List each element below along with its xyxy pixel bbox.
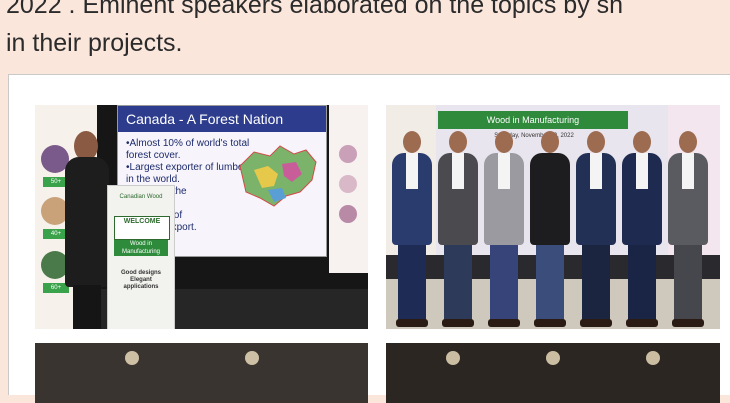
canada-map-graphic <box>239 145 317 207</box>
photo-group-speakers[interactable]: Wood in Manufacturing Saturday, November… <box>386 105 720 329</box>
podium: Canadian Wood WELCOME Wood in Manufactur… <box>107 185 175 329</box>
slide-bullet: •Largest exporter of lumber <box>126 162 247 173</box>
person-legs <box>536 243 564 321</box>
person-shirt <box>406 153 418 189</box>
person-shirt <box>682 153 694 189</box>
person-shirt <box>498 153 510 189</box>
person-shoes <box>396 319 428 327</box>
person-shoes <box>442 319 474 327</box>
podium-logo: Canadian Wood <box>119 194 163 200</box>
ceiling-light <box>546 351 560 365</box>
backdrop-banner: Wood in Manufacturing <box>438 111 628 129</box>
photo-speaker-podium[interactable]: 50+ 40+ 60+ Canada - A Forest Nation •Al… <box>35 105 368 329</box>
person-head <box>679 131 697 153</box>
person-legs <box>490 243 518 321</box>
person-figure <box>530 131 570 327</box>
person-torso <box>530 153 570 245</box>
person-head <box>495 131 513 153</box>
person-figure <box>668 131 708 327</box>
person-legs <box>628 243 656 321</box>
person-legs <box>444 243 472 321</box>
person-figure <box>576 131 616 327</box>
person-shirt <box>636 153 648 189</box>
podium-welcome: WELCOME <box>114 216 170 240</box>
person-head <box>633 131 651 153</box>
person-figure <box>622 131 662 327</box>
article-text: 2022 . Eminent speakers elaborated on th… <box>6 0 730 62</box>
podium-slogan: Good designs Elegant applications <box>120 270 161 290</box>
person-shirt <box>590 153 602 189</box>
person-figure <box>392 131 432 327</box>
person-legs <box>398 243 426 321</box>
person-head <box>403 131 421 153</box>
slide-bullet: •Almost 10% of world's total <box>126 138 250 149</box>
slide-title: Canada - A Forest Nation <box>118 106 326 132</box>
person-shoes <box>534 319 566 327</box>
person-figure <box>484 131 524 327</box>
article-text-line-2: in their projects. <box>6 29 183 57</box>
person-head <box>587 131 605 153</box>
ceiling-light <box>646 351 660 365</box>
person-figure <box>438 131 478 327</box>
right-rollup-banner <box>329 105 368 273</box>
person-shoes <box>626 319 658 327</box>
person-legs <box>674 243 702 321</box>
person-shoes <box>488 319 520 327</box>
photo-event-hall-1[interactable] <box>35 343 368 403</box>
photo-event-hall-2[interactable] <box>386 343 720 403</box>
slide-bullet: forest cover. <box>126 150 181 161</box>
person-legs <box>582 243 610 321</box>
banner-dot <box>339 175 357 193</box>
banner-dot <box>339 145 357 163</box>
person-shoes <box>672 319 704 327</box>
person-shoes <box>580 319 612 327</box>
podium-band: Wood in Manufacturing <box>114 240 168 256</box>
person-head <box>449 131 467 153</box>
ceiling-light <box>446 351 460 365</box>
ceiling-light <box>125 351 139 365</box>
speaker-legs <box>73 285 101 329</box>
banner-dot <box>339 205 357 223</box>
person-head <box>541 131 559 153</box>
photo-gallery: 50+ 40+ 60+ Canada - A Forest Nation •Al… <box>8 74 730 403</box>
ceiling-light <box>245 351 259 365</box>
speaker-body <box>65 157 109 287</box>
article-text-line-1: 2022 . Eminent speakers elaborated on th… <box>6 0 624 19</box>
person-shirt <box>452 153 464 189</box>
